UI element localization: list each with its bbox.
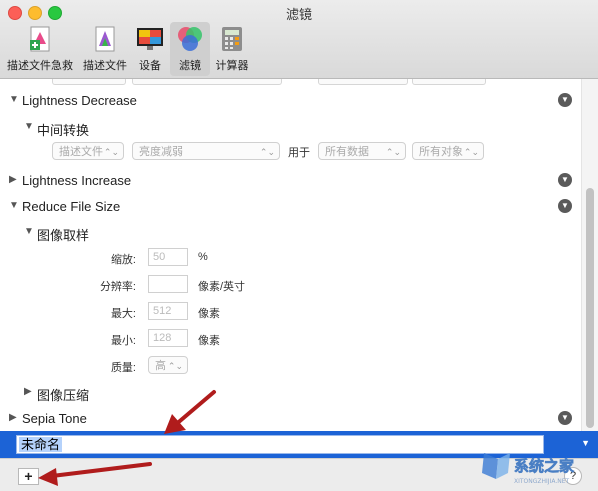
scale-unit: %	[198, 251, 208, 263]
filter-name: Lightness Decrease	[22, 93, 137, 108]
window-title: 滤镜	[285, 7, 312, 22]
popup-value: 描述文件	[59, 146, 103, 158]
for-label: 用于	[288, 147, 310, 159]
toolbar-profiles[interactable]: 描述文件	[80, 22, 130, 76]
min-label: 最小:	[110, 335, 136, 347]
filter-action-menu-icon[interactable]: ▼	[558, 199, 572, 213]
filter-group-intermediate[interactable]: ▼ 中间转换	[0, 116, 580, 140]
popup-arrows-icon: ⌃⌄	[259, 147, 275, 157]
filter-row-lightness-increase[interactable]: ▶ Lightness Increase ▼	[0, 169, 580, 193]
watermark-logo: 系统之家 XITONGZHIJIA.NET	[482, 453, 574, 485]
filter-list: ▼ Lightness Decrease ▼ ▼ 中间转换 描述文件 ⌃⌄ 亮度…	[0, 79, 598, 431]
window-toolbar: 滤镜 描述文件急救 描述文件 设备 滤镜 计算器	[0, 0, 598, 79]
popup-value: 高	[155, 360, 166, 372]
popup-value: 亮度减弱	[139, 146, 183, 158]
disclosure-expanded-icon[interactable]: ▼	[24, 121, 34, 132]
filter-name-value: 未命名	[19, 437, 63, 452]
method-popup[interactable]: 亮度减弱 ⌃⌄	[132, 142, 280, 160]
toolbar-label: 滤镜	[179, 60, 201, 72]
disclosure-collapsed-icon[interactable]: ▶	[9, 174, 17, 185]
scale-label: 缩放:	[110, 254, 136, 266]
add-filter-button[interactable]: +	[18, 468, 39, 485]
disclosure-expanded-icon[interactable]: ▼	[9, 200, 19, 211]
filter-action-menu-icon[interactable]: ▼	[558, 173, 572, 187]
toolbar-filters[interactable]: 滤镜	[170, 22, 210, 76]
disclosure-expanded-icon[interactable]: ▼	[9, 94, 19, 105]
resolution-label: 分辨率:	[99, 281, 136, 293]
filter-row-sepia-tone[interactable]: ▶ Sepia Tone ▼	[0, 407, 580, 431]
clipped-popup	[412, 79, 486, 85]
filters-icon	[178, 27, 202, 51]
filter-row-reduce-file-size[interactable]: ▼ Reduce File Size ▼	[0, 195, 580, 219]
toolbar-calculator[interactable]: 计算器	[212, 22, 252, 76]
popup-value: 所有数据	[325, 146, 369, 158]
quality-popup[interactable]: 高 ⌃⌄	[148, 356, 188, 374]
group-title: 图像取样	[37, 228, 90, 243]
popup-arrows-icon: ⌃⌄	[103, 147, 119, 157]
toolbar-label: 描述文件急救	[7, 60, 73, 72]
popup-arrows-icon: ⌃⌄	[385, 147, 401, 157]
filter-name: Lightness Increase	[22, 173, 132, 188]
filter-action-menu-icon[interactable]: ▼	[558, 411, 572, 425]
scrollbar-thumb[interactable]	[586, 188, 594, 428]
quality-label: 质量:	[110, 362, 136, 374]
popup-arrows-icon: ⌃⌄	[463, 147, 479, 157]
objects-popup[interactable]: 所有对象 ⌃⌄	[412, 142, 484, 160]
svg-text:系统之家: 系统之家	[514, 457, 574, 475]
filter-group-image-compression[interactable]: ▶ 图像压缩	[0, 381, 580, 405]
filter-action-menu-icon[interactable]: ▼	[558, 93, 572, 107]
data-popup[interactable]: 所有数据 ⌃⌄	[318, 142, 406, 160]
filter-row-lightness-decrease[interactable]: ▼ Lightness Decrease ▼	[0, 89, 580, 113]
resolution-field[interactable]	[148, 275, 188, 293]
filter-name: Reduce File Size	[22, 199, 121, 214]
filter-name-input[interactable]: 未命名	[16, 435, 544, 454]
toolbar-profile-first-aid[interactable]: 描述文件急救	[4, 22, 76, 76]
group-title: 图像压缩	[37, 388, 90, 403]
max-label: 最大:	[110, 308, 136, 320]
min-unit: 像素	[198, 335, 220, 347]
toolbar-label: 描述文件	[83, 60, 127, 72]
toolbar-devices[interactable]: 设备	[134, 22, 166, 76]
resolution-unit: 像素/英寸	[198, 281, 246, 293]
toolbar-label: 计算器	[215, 60, 249, 72]
toolbar-label: 设备	[139, 60, 161, 72]
max-unit: 像素	[198, 308, 220, 320]
clipped-popup	[132, 79, 282, 85]
min-field[interactable]: 128	[148, 329, 188, 347]
popup-arrows-icon: ⌃⌄	[167, 361, 183, 371]
disclosure-collapsed-icon[interactable]: ▶	[9, 412, 17, 423]
clipped-popup	[318, 79, 408, 85]
disclosure-collapsed-icon[interactable]: ▶	[24, 386, 32, 397]
profile-type-popup[interactable]: 描述文件 ⌃⌄	[52, 142, 124, 160]
max-field[interactable]: 512	[148, 302, 188, 320]
profiles-icon	[95, 26, 115, 52]
devices-icon	[137, 28, 163, 50]
group-title: 中间转换	[37, 123, 90, 138]
popup-value: 所有对象	[419, 146, 463, 158]
svg-text:XITONGZHIJIA.NET: XITONGZHIJIA.NET	[514, 478, 570, 485]
disclosure-expanded-icon[interactable]: ▼	[24, 226, 34, 237]
filter-group-image-sampling[interactable]: ▼ 图像取样	[0, 221, 580, 245]
calculator-icon	[222, 27, 242, 51]
filter-name: Sepia Tone	[22, 411, 87, 426]
scale-field[interactable]: 50	[148, 248, 188, 266]
profile-first-aid-icon	[30, 26, 50, 52]
clipped-popup	[52, 79, 126, 85]
